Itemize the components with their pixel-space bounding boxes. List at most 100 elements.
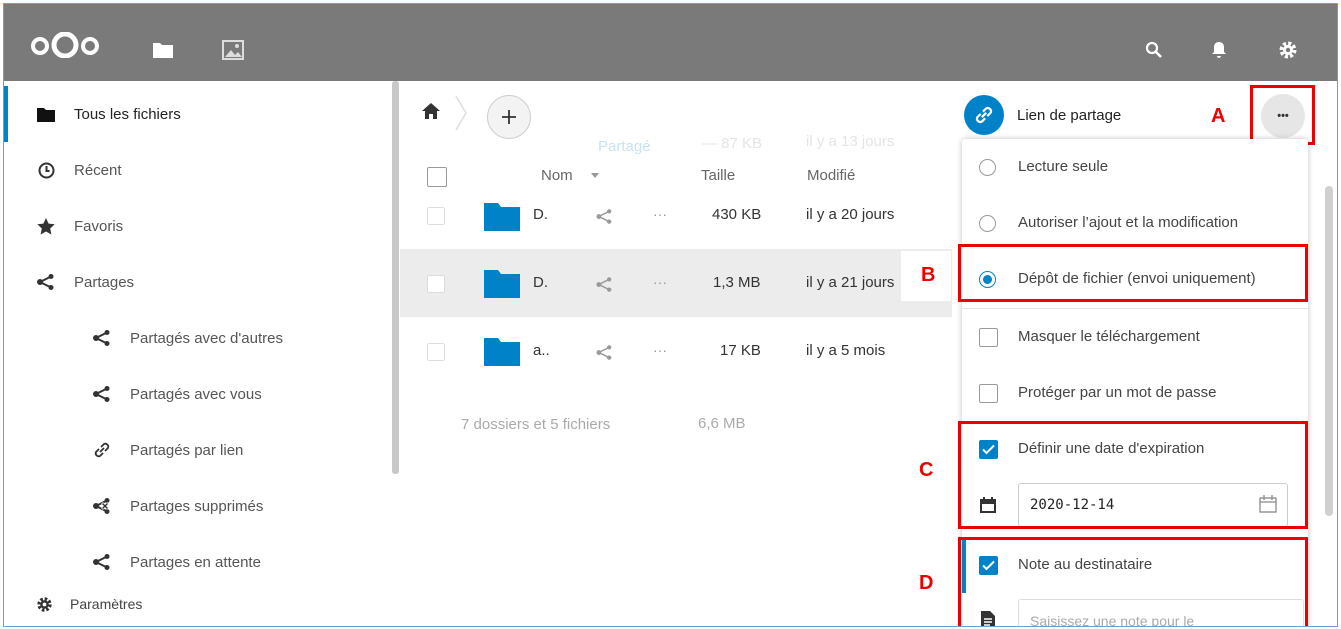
settings-label: Paramètres	[70, 596, 143, 612]
chevron-right-icon	[455, 95, 467, 131]
password-protect-checkbox[interactable]	[979, 384, 998, 403]
menu-item-hide-download[interactable]: Masquer le téléchargement	[962, 309, 1308, 365]
hide-download-checkbox[interactable]	[979, 328, 998, 347]
menu-item-label: Protéger par un mot de passe	[1018, 384, 1217, 401]
share-deleted-icon	[92, 496, 112, 516]
share-icon	[92, 328, 112, 348]
file-list: Partagé — 87 KB il y a 13 jours Nom Tail…	[400, 81, 952, 626]
add-new-button[interactable]	[487, 95, 531, 139]
sidebar-item-label: Partagés par lien	[130, 441, 244, 459]
file-name[interactable]: D.	[533, 274, 548, 291]
sidebar-item-label: Partages en attente	[130, 553, 261, 571]
table-row[interactable]: D. ··· 1,3 MB il y a 21 jours	[400, 249, 952, 317]
sidebar-item-shared-by-link[interactable]: Partagés par lien	[4, 422, 384, 478]
sidebar-item-label: Favoris	[74, 217, 124, 235]
column-header-size[interactable]: Taille	[701, 167, 735, 184]
annotation-box-c	[958, 421, 1308, 529]
share-link-label: Lien de partage	[1017, 107, 1122, 124]
folder-icon	[484, 338, 520, 366]
share-icon	[36, 272, 56, 292]
sharing-panel: Lien de partage A ••• Lecture seule Auto…	[952, 81, 1337, 626]
column-name-label: Nom	[541, 167, 573, 184]
share-icon	[92, 552, 112, 572]
sidebar-item-favorites[interactable]: Favoris	[4, 198, 384, 254]
select-all-checkbox[interactable]	[427, 167, 447, 187]
nextcloud-logo[interactable]	[30, 32, 100, 58]
sidebar-settings[interactable]: Paramètres	[4, 579, 384, 626]
sidebar-item-label: Partages	[74, 273, 135, 291]
summary-size: 6,6 MB	[698, 415, 746, 432]
folder-icon	[484, 270, 520, 298]
folder-icon	[36, 104, 56, 124]
link-icon	[975, 106, 993, 124]
file-size: 17 KB	[720, 342, 761, 359]
annotation-label-b: B	[921, 264, 936, 286]
ghost-share-label: Partagé	[598, 138, 651, 155]
link-icon	[92, 440, 112, 460]
top-header	[4, 4, 1337, 81]
share-icon[interactable]	[596, 277, 613, 292]
breadcrumb	[416, 95, 546, 139]
read-only-radio[interactable]	[979, 159, 996, 176]
annotation-label-d: D	[919, 572, 934, 594]
sidebar-scrollbar[interactable]	[392, 81, 399, 474]
annotation-box-a	[1250, 85, 1315, 145]
menu-item-password-protect[interactable]: Protéger par un mot de passe	[962, 365, 1308, 421]
sidebar-item-shared-with-others[interactable]: Partagés avec d'autres	[4, 310, 384, 366]
annotation-label-c: C	[919, 459, 934, 481]
file-size: 1,3 MB	[713, 274, 761, 291]
sidebar-item-shares[interactable]: Partages	[4, 254, 384, 310]
share-icon[interactable]	[596, 345, 613, 360]
navigation-sidebar: Tous les fichiers Récent Favoris Partage…	[4, 81, 400, 626]
sidebar-item-recent[interactable]: Récent	[4, 142, 384, 198]
app-window: Tous les fichiers Récent Favoris Partage…	[3, 3, 1338, 627]
table-row[interactable]: a.. ··· 17 KB il y a 5 mois	[400, 317, 952, 385]
sort-down-icon	[590, 172, 599, 178]
home-icon[interactable]	[422, 103, 440, 119]
bell-icon[interactable]	[1211, 41, 1227, 59]
folder-icon	[484, 203, 520, 231]
share-link-icon	[964, 95, 1004, 135]
annotation-label-a: A	[1211, 105, 1226, 127]
more-actions-button[interactable]: ···	[653, 274, 667, 290]
search-icon[interactable]	[1145, 41, 1163, 59]
ghost-modified: il y a 13 jours	[806, 133, 895, 150]
star-icon	[36, 216, 56, 236]
menu-item-read-only[interactable]: Lecture seule	[962, 139, 1308, 195]
summary-count: 7 dossiers et 5 fichiers	[461, 416, 611, 433]
file-size: 430 KB	[712, 206, 762, 223]
column-header-modified[interactable]: Modifié	[807, 167, 855, 184]
sidebar-item-shared-with-you[interactable]: Partagés avec vous	[4, 366, 384, 422]
gear-icon[interactable]	[1278, 40, 1298, 60]
sidebar-item-label: Partagés avec d'autres	[130, 329, 283, 347]
ghost-size: — 87 KB	[702, 135, 763, 152]
clock-icon	[36, 160, 56, 180]
share-icon[interactable]	[596, 209, 613, 224]
column-header-name[interactable]: Nom	[541, 167, 599, 184]
ghost-row: Partagé — 87 KB il y a 13 jours	[480, 133, 940, 165]
row-checkbox[interactable]	[427, 343, 445, 361]
row-checkbox[interactable]	[427, 275, 445, 293]
file-name[interactable]: D.	[533, 206, 548, 223]
sidebar-item-label: Partagés avec vous	[130, 385, 262, 403]
sidebar-item-label: Partages supprimés	[130, 497, 264, 515]
share-icon	[92, 384, 112, 404]
allow-upload-edit-radio[interactable]	[979, 215, 996, 232]
row-checkbox[interactable]	[427, 207, 445, 225]
sidebar-item-label: Tous les fichiers	[74, 105, 181, 123]
panel-scrollbar[interactable]	[1325, 186, 1333, 516]
files-icon[interactable]	[152, 41, 174, 59]
annotation-box-d	[958, 537, 1308, 626]
sidebar-item-deleted-shares[interactable]: Partages supprimés	[4, 478, 384, 534]
plus-icon	[502, 110, 516, 124]
file-modified: il y a 20 jours	[806, 206, 895, 223]
file-modified: il y a 5 mois	[806, 342, 886, 359]
menu-item-label: Lecture seule	[1018, 158, 1109, 175]
sidebar-item-label: Récent	[74, 161, 122, 179]
menu-item-allow-upload-edit[interactable]: Autoriser l’ajout et la modification	[962, 195, 1308, 251]
sidebar-item-all-files[interactable]: Tous les fichiers	[4, 86, 384, 142]
photos-icon[interactable]	[222, 40, 244, 60]
more-actions-button[interactable]: ···	[653, 206, 667, 222]
more-actions-button[interactable]: ···	[653, 342, 667, 358]
file-name[interactable]: a..	[533, 342, 550, 359]
